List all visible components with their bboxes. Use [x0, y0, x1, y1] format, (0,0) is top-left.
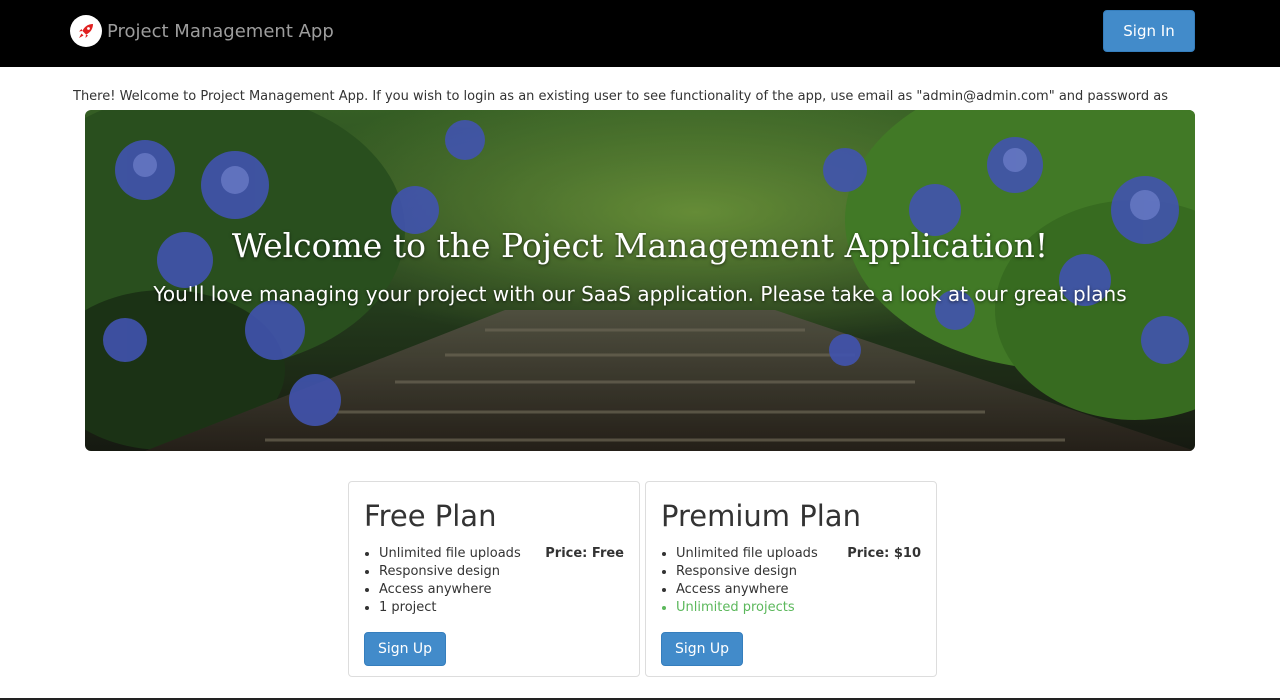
- plan-price: Price: Free: [545, 546, 624, 561]
- list-item-highlighted: Unlimited projects: [676, 599, 818, 617]
- sign-in-button[interactable]: Sign In: [1103, 10, 1195, 52]
- welcome-notice: There! Welcome to Project Management App…: [73, 89, 1169, 104]
- list-item: Access anywhere: [379, 581, 521, 599]
- list-item: 1 project: [379, 599, 521, 617]
- plan-features-list: Unlimited file uploads Responsive design…: [676, 545, 818, 617]
- plan-title: Premium Plan: [661, 499, 861, 533]
- list-item: Responsive design: [379, 563, 521, 581]
- navbar: Project Management App Sign In: [0, 0, 1280, 67]
- free-plan-sign-up-button[interactable]: Sign Up: [364, 632, 446, 666]
- hero-title: Welcome to the Poject Management Applica…: [231, 226, 1049, 265]
- list-item: Unlimited file uploads: [676, 545, 818, 563]
- premium-plan-sign-up-button[interactable]: Sign Up: [661, 632, 743, 666]
- plan-price: Price: $10: [847, 546, 921, 561]
- premium-plan-card: Premium Plan Unlimited file uploads Resp…: [645, 481, 937, 677]
- list-item: Responsive design: [676, 563, 818, 581]
- hero-subtitle: You'll love managing your project with o…: [153, 282, 1127, 306]
- list-item: Unlimited file uploads: [379, 545, 521, 563]
- brand-name: Project Management App: [107, 20, 334, 42]
- list-item: Access anywhere: [676, 581, 818, 599]
- plan-features-list: Unlimited file uploads Responsive design…: [379, 545, 521, 617]
- free-plan-card: Free Plan Unlimited file uploads Respons…: [348, 481, 640, 677]
- rocket-icon: [70, 15, 102, 47]
- brand-link[interactable]: Project Management App: [70, 15, 334, 47]
- plan-title: Free Plan: [364, 499, 497, 533]
